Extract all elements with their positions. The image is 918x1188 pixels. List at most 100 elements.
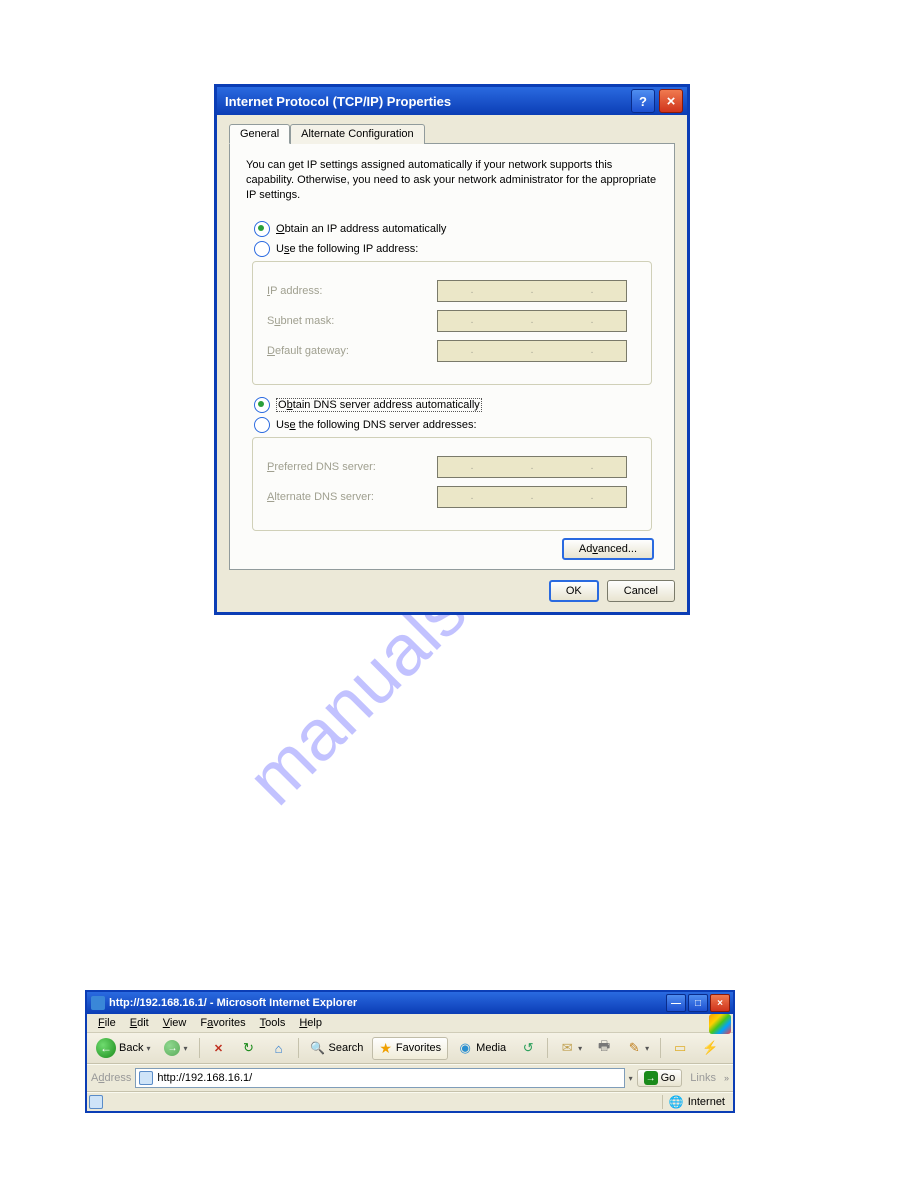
refresh-icon: ↻ [241,1040,257,1056]
separator [199,1038,200,1058]
media-label: Media [476,1042,506,1054]
menubar: File Edit View Favorites Tools Help [87,1014,733,1033]
menu-view[interactable]: View [156,1016,194,1030]
alternate-dns-label: Alternate DNS server: [267,491,437,503]
forward-button[interactable]: → ▾ [159,1038,192,1058]
dns-group: Preferred DNS server: ... Alternate DNS … [252,437,652,531]
tab-general[interactable]: General [229,124,290,144]
edit-icon: ✎ [626,1040,642,1056]
maximize-button[interactable]: □ [688,994,708,1012]
mail-icon: ✉ [559,1040,575,1056]
favorites-button[interactable]: ★ Favorites [372,1037,448,1060]
close-button[interactable]: × [659,89,683,113]
media-icon: ◉ [457,1040,473,1056]
minimize-button[interactable]: — [666,994,686,1012]
radio-use-following-dns[interactable]: Use the following DNS server addresses: [254,417,658,433]
folder-icon: ▭ [672,1040,688,1056]
radio-label-auto-dns: Obtain DNS server address automatically [276,398,482,412]
ie-titlebar[interactable]: http://192.168.16.1/ - Microsoft Interne… [87,992,733,1014]
discuss-button[interactable]: ⚡ [697,1038,723,1058]
address-value: http://192.168.16.1/ [157,1072,252,1084]
radio-use-following-ip[interactable]: Use the following IP address: [254,241,658,257]
radio-icon [254,397,270,413]
links-label[interactable]: Links [686,1072,720,1084]
history-button[interactable]: ↺ [515,1038,541,1058]
statusbar: 🌐 Internet [87,1092,733,1111]
separator [298,1038,299,1058]
menu-help[interactable]: Help [292,1016,329,1030]
address-input[interactable]: http://192.168.16.1/ [135,1068,624,1088]
tab-alternate-configuration[interactable]: Alternate Configuration [290,124,425,144]
search-label: Search [329,1042,364,1054]
favorites-label: Favorites [396,1042,441,1054]
preferred-dns-input: ... [437,456,627,478]
tcpip-properties-dialog: Internet Protocol (TCP/IP) Properties ? … [214,84,690,615]
tab-content-general: You can get IP settings assigned automat… [229,143,675,570]
ie-icon [91,996,105,1010]
go-arrow-icon: → [644,1071,658,1085]
address-dropdown-icon[interactable]: ▾ [629,1074,633,1083]
ip-address-label: IP address: [267,285,437,297]
menu-edit[interactable]: Edit [123,1016,156,1030]
radio-obtain-ip-auto[interactable]: Obtain an IP address automatically [254,221,658,237]
back-button[interactable]: ← Back ▾ [91,1036,155,1060]
refresh-button[interactable]: ↻ [236,1038,262,1058]
back-label: Back [119,1042,143,1054]
window-title: Internet Protocol (TCP/IP) Properties [225,94,627,109]
internet-explorer-window: http://192.168.16.1/ - Microsoft Interne… [85,990,735,1113]
ok-button[interactable]: OK [549,580,599,602]
dropdown-icon: ▾ [645,1044,649,1053]
menu-tools[interactable]: Tools [253,1016,293,1030]
search-icon: 🔍 [310,1040,326,1056]
advanced-button[interactable]: Advanced... [562,538,654,560]
stop-icon: ✕ [211,1040,227,1056]
radio-label-manual-dns: Use the following DNS server addresses: [276,419,477,431]
edit-button[interactable]: ✎▾ [621,1038,654,1058]
titlebar[interactable]: Internet Protocol (TCP/IP) Properties ? … [217,87,687,115]
page-icon [89,1095,103,1109]
folder-button[interactable]: ▭ [667,1038,693,1058]
dropdown-icon: ▾ [183,1044,187,1053]
mail-button[interactable]: ✉▾ [554,1038,587,1058]
ip-address-input: ... [437,280,627,302]
history-icon: ↺ [520,1040,536,1056]
separator [547,1038,548,1058]
ip-address-group: IP address: ... Subnet mask: ... Default… [252,261,652,385]
menu-file[interactable]: File [91,1016,123,1030]
toolbar: ← Back ▾ → ▾ ✕ ↻ ⌂ 🔍 Search ★ Favorites … [87,1033,733,1064]
close-button[interactable]: × [710,994,730,1012]
home-icon: ⌂ [271,1040,287,1056]
tabstrip: General Alternate Configuration [229,123,675,144]
default-gateway-input: ... [437,340,627,362]
radio-icon [254,221,270,237]
search-button[interactable]: 🔍 Search [305,1038,369,1058]
star-icon: ★ [379,1040,392,1057]
media-button[interactable]: ◉ Media [452,1038,511,1058]
print-icon: 🖶 [596,1040,612,1056]
globe-icon: 🌐 [669,1095,684,1109]
radio-obtain-dns-auto[interactable]: Obtain DNS server address automatically [254,397,658,413]
alternate-dns-input: ... [437,486,627,508]
home-button[interactable]: ⌂ [266,1038,292,1058]
cancel-button[interactable]: Cancel [607,580,675,602]
ie-window-title: http://192.168.16.1/ - Microsoft Interne… [109,997,664,1009]
radio-icon [254,241,270,257]
separator [660,1038,661,1058]
dropdown-icon: ▾ [146,1044,150,1053]
windows-logo-icon [709,1014,731,1034]
page-icon [139,1071,153,1085]
preferred-dns-label: Preferred DNS server: [267,461,437,473]
dropdown-icon: ▾ [578,1044,582,1053]
addressbar: Address http://192.168.16.1/ ▾ → Go Link… [87,1064,733,1092]
menu-favorites[interactable]: Favorites [193,1016,252,1030]
go-button[interactable]: → Go [637,1069,683,1087]
stop-button[interactable]: ✕ [206,1038,232,1058]
links-chevron-icon[interactable]: » [724,1073,729,1083]
status-zone: Internet [688,1096,725,1108]
forward-arrow-icon: → [164,1040,180,1056]
radio-label-auto-ip: btain an IP address automatically [285,223,447,235]
help-button[interactable]: ? [631,89,655,113]
subnet-mask-label: Subnet mask: [267,315,437,327]
print-button[interactable]: 🖶 [591,1038,617,1058]
go-label: Go [661,1072,676,1084]
